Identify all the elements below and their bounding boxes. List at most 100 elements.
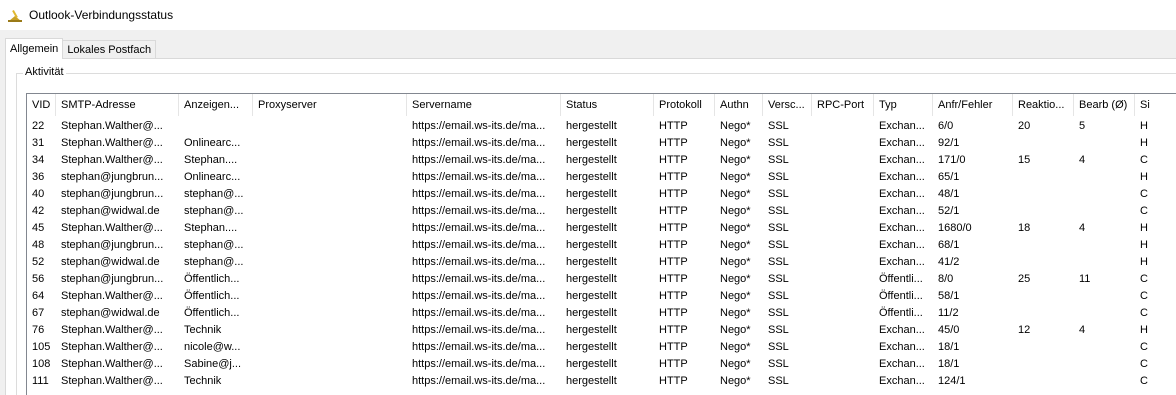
table-cell: stephan@... — [184, 205, 244, 217]
column-header[interactable]: SMTP-Adresse — [56, 94, 179, 116]
table-row[interactable]: 31 Stephan.Walther@... Onlinearc... https:/… — [27, 135, 1176, 152]
column-header[interactable]: Typ — [874, 94, 933, 116]
column-header[interactable]: Proxyserver — [253, 94, 407, 116]
column-header[interactable]: Servername — [407, 94, 561, 116]
table-cell — [1074, 169, 1135, 186]
table-cell: Öffentli... — [879, 307, 923, 319]
table-cell: stephan@jungbrun... — [61, 188, 164, 200]
table-cell: Nego* — [720, 256, 751, 268]
table-cell: C — [1140, 358, 1148, 370]
table-cell: Öffentli... — [879, 290, 923, 302]
table-row[interactable]: 76 Stephan.Walther@... Technik https://emai… — [27, 322, 1176, 339]
column-header[interactable]: Reaktio... — [1013, 94, 1074, 116]
table-cell: Sabine@j... — [184, 358, 242, 370]
table-cell: Stephan.Walther@... — [61, 341, 163, 353]
table-cell: stephan@... — [184, 188, 244, 200]
column-header[interactable]: Bearb (Ø) — [1074, 94, 1135, 116]
table-cell: Nego* — [720, 120, 751, 132]
table-cell: H — [1140, 120, 1148, 132]
table-row[interactable]: 40 stephan@jungbrun... stephan@... https://… — [27, 186, 1176, 203]
table-row[interactable]: 64 Stephan.Walther@... Öffentlich... https:… — [27, 288, 1176, 305]
table-cell — [812, 322, 874, 339]
table-cell — [1013, 254, 1074, 271]
table-cell: SSL — [768, 307, 789, 319]
table-cell: SSL — [768, 120, 789, 132]
table-cell: HTTP — [659, 307, 688, 319]
table-row[interactable]: 52 stephan@widwal.de stephan@... https://em… — [27, 254, 1176, 271]
table-cell — [812, 203, 874, 220]
tab-allgemein[interactable]: Allgemein — [5, 38, 64, 59]
table-cell: https://email.ws-its.de/ma... — [412, 171, 546, 183]
table-cell: Exchan... — [879, 154, 925, 166]
table-row[interactable]: 108 Stephan.Walther@... Sabine@j... https:/… — [27, 356, 1176, 373]
table-cell: HTTP — [659, 239, 688, 251]
table-row[interactable]: 42 stephan@widwal.de stephan@... https://em… — [27, 203, 1176, 220]
table-row[interactable]: 34 Stephan.Walther@... Stephan.... https://… — [27, 152, 1176, 169]
table-cell: https://email.ws-its.de/ma... — [412, 375, 546, 387]
table-cell: SSL — [768, 358, 789, 370]
table-row[interactable]: 56 stephan@jungbrun... Öffentlich... https:… — [27, 271, 1176, 288]
column-header[interactable]: RPC-Port — [812, 94, 874, 116]
table-cell: Stephan.Walther@... — [61, 137, 163, 149]
table-cell: 42 — [32, 205, 45, 217]
table-cell: 11 — [1079, 273, 1091, 285]
column-header[interactable]: Status — [561, 94, 654, 116]
table-cell: HTTP — [659, 171, 688, 183]
table-cell — [253, 135, 407, 152]
table-cell: hergestellt — [566, 239, 617, 251]
table-cell — [1013, 237, 1074, 254]
table-cell: HTTP — [659, 256, 688, 268]
column-header[interactable]: Authn — [715, 94, 763, 116]
table-cell — [1074, 373, 1135, 390]
table-cell — [812, 373, 874, 390]
table-row[interactable]: 36 stephan@jungbrun... Onlinearc... https:/… — [27, 169, 1176, 186]
table-cell: hergestellt — [566, 256, 617, 268]
table-row[interactable]: 105 Stephan.Walther@... nicole@w... https:/… — [27, 339, 1176, 356]
column-header[interactable]: Versc... — [763, 94, 812, 116]
title-bar[interactable]: Outlook-Verbindungsstatus — [0, 0, 1176, 30]
table-cell — [1074, 254, 1135, 271]
column-header[interactable]: Anfr/Fehler — [933, 94, 1013, 116]
table-cell — [253, 339, 407, 356]
table-row[interactable]: 22 Stephan.Walther@... https://email.ws-it… — [27, 118, 1176, 135]
table-cell: 40 — [32, 188, 45, 200]
table-cell: Exchan... — [879, 358, 925, 370]
table-cell: 6/0 — [938, 120, 954, 132]
table-cell: HTTP — [659, 222, 688, 234]
table-row[interactable]: 45 Stephan.Walther@... Stephan.... https://… — [27, 220, 1176, 237]
tab-lokales-postfach[interactable]: Lokales Postfach — [62, 40, 157, 59]
connection-list[interactable]: VID SMTP-Adresse Anzeigen... Proxyserver Ser… — [26, 93, 1176, 395]
table-cell — [1013, 169, 1074, 186]
table-cell: https://email.ws-its.de/ma... — [412, 137, 546, 149]
column-header[interactable]: Anzeigen... — [179, 94, 253, 116]
table-cell: hergestellt — [566, 205, 617, 217]
table-cell: stephan@widwal.de — [61, 256, 160, 268]
tab-panel: Aktivität VID SMTP-Adresse Anzeigen... Prox… — [5, 58, 1176, 395]
table-cell: HTTP — [659, 358, 688, 370]
table-cell: Nego* — [720, 290, 751, 302]
table-cell: Nego* — [720, 358, 751, 370]
table-cell — [812, 305, 874, 322]
table-cell: Stephan.Walther@... — [61, 375, 163, 387]
table-cell: Exchan... — [879, 188, 925, 200]
table-cell: Exchan... — [879, 324, 925, 336]
table-cell: Öffentlich... — [184, 290, 240, 302]
table-cell — [812, 288, 874, 305]
table-cell: SSL — [768, 375, 789, 387]
table-row[interactable]: 48 stephan@jungbrun... stephan@... https://… — [27, 237, 1176, 254]
table-cell — [1074, 203, 1135, 220]
table-cell: 92/1 — [938, 137, 960, 149]
column-header[interactable]: Si — [1135, 94, 1176, 116]
table-row[interactable]: 67 stephan@widwal.de Öffentlich... https://… — [27, 305, 1176, 322]
table-cell: 34 — [32, 154, 45, 166]
column-header[interactable]: Protokoll — [654, 94, 715, 116]
table-cell: C — [1140, 205, 1148, 217]
table-cell: Technik — [184, 324, 222, 336]
table-cell: H — [1140, 222, 1148, 234]
table-row[interactable]: 111 Stephan.Walther@... Technik https://ema… — [27, 373, 1176, 390]
table-cell: hergestellt — [566, 290, 617, 302]
column-header[interactable]: VID — [27, 94, 56, 116]
table-cell: 52/1 — [938, 205, 960, 217]
table-cell: Exchan... — [879, 137, 925, 149]
table-cell: SSL — [768, 188, 789, 200]
